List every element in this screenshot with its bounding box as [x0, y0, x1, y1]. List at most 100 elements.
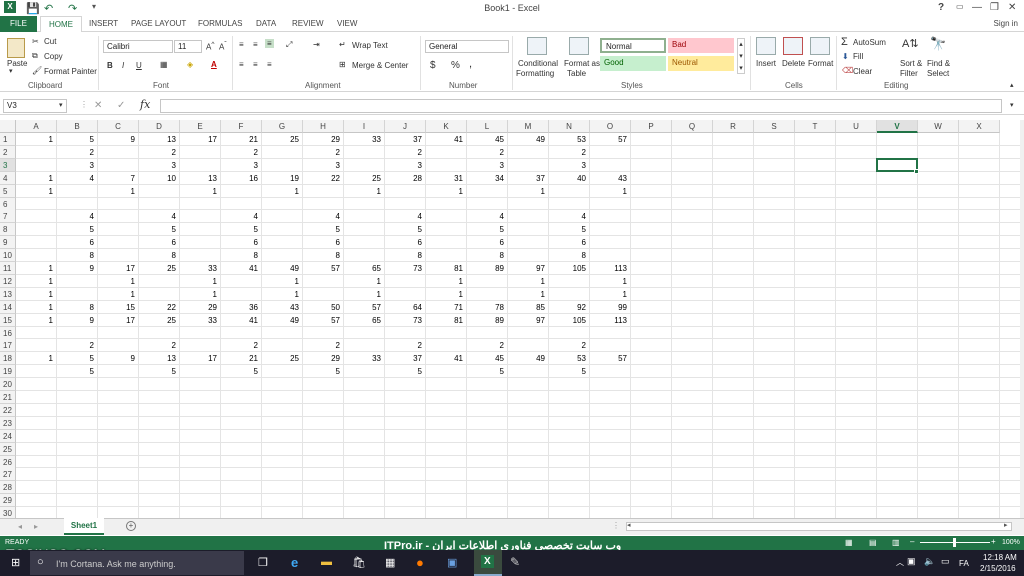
cell-G11[interactable]: 49 — [262, 262, 303, 275]
cell-I15[interactable]: 65 — [344, 314, 385, 327]
cell-F1[interactable]: 21 — [221, 133, 262, 146]
cell-D11[interactable]: 25 — [139, 262, 180, 275]
scroll-left-icon[interactable]: ◂ — [627, 521, 631, 529]
cell-M11[interactable]: 97 — [508, 262, 549, 275]
cell-H2[interactable]: 2 — [303, 146, 344, 159]
cell-F11[interactable]: 41 — [221, 262, 262, 275]
cell-C12[interactable]: 1 — [98, 275, 139, 288]
cell-L15[interactable]: 89 — [467, 314, 508, 327]
network-icon[interactable]: ▣ — [907, 556, 916, 567]
cell-N4[interactable]: 40 — [549, 172, 590, 185]
name-box-dropdown-icon[interactable]: ▾ — [59, 101, 63, 109]
cell-G1[interactable]: 25 — [262, 133, 303, 146]
horizontal-scrollbar[interactable] — [626, 522, 1012, 531]
cell-H8[interactable]: 5 — [303, 223, 344, 236]
cell-H4[interactable]: 22 — [303, 172, 344, 185]
align-center-icon[interactable]: ≡ — [253, 60, 258, 69]
cell-B17[interactable]: 2 — [57, 339, 98, 352]
cell-B11[interactable]: 9 — [57, 262, 98, 275]
cell-J7[interactable]: 4 — [385, 210, 426, 223]
cut-button[interactable]: Cut — [44, 37, 56, 46]
format-button[interactable]: Format — [808, 59, 833, 68]
cell-O5[interactable]: 1 — [590, 185, 631, 198]
cell-J19[interactable]: 5 — [385, 365, 426, 378]
paste-dropdown-icon[interactable]: ▾ — [9, 67, 13, 75]
edge-icon[interactable]: e — [291, 555, 298, 570]
fill-color-icon[interactable]: ◈ — [187, 60, 193, 69]
cell-L8[interactable]: 5 — [467, 223, 508, 236]
cell-J8[interactable]: 5 — [385, 223, 426, 236]
cell-J10[interactable]: 8 — [385, 249, 426, 262]
cell-F10[interactable]: 8 — [221, 249, 262, 262]
clear-button[interactable]: Clear — [853, 67, 872, 76]
next-sheet-icon[interactable]: ▸ — [34, 522, 38, 531]
cell-D8[interactable]: 5 — [139, 223, 180, 236]
cell-I11[interactable]: 65 — [344, 262, 385, 275]
cell-C13[interactable]: 1 — [98, 288, 139, 301]
row-header-25[interactable]: 25 — [0, 442, 16, 456]
ribbon-display-icon[interactable]: ▭ — [956, 2, 964, 11]
app2-icon[interactable]: ✎ — [510, 555, 520, 569]
cell-M15[interactable]: 97 — [508, 314, 549, 327]
active-cell-V3[interactable] — [876, 158, 918, 172]
row-header-29[interactable]: 29 — [0, 494, 16, 508]
cell-F9[interactable]: 6 — [221, 236, 262, 249]
tab-formulas[interactable]: FORMULAS — [198, 19, 242, 28]
row-header-1[interactable]: 1 — [0, 133, 16, 146]
cell-N10[interactable]: 8 — [549, 249, 590, 262]
bold-button[interactable]: B — [107, 61, 113, 70]
cell-M1[interactable]: 49 — [508, 133, 549, 146]
cell-N14[interactable]: 92 — [549, 301, 590, 314]
cell-K18[interactable]: 41 — [426, 352, 467, 365]
format-as-table-icon[interactable] — [569, 37, 589, 55]
cell-J1[interactable]: 37 — [385, 133, 426, 146]
cell-I18[interactable]: 33 — [344, 352, 385, 365]
cell-O11[interactable]: 113 — [590, 262, 631, 275]
clock-date[interactable]: 2/15/2016 — [980, 564, 1016, 573]
cell-K4[interactable]: 31 — [426, 172, 467, 185]
cell-E18[interactable]: 17 — [180, 352, 221, 365]
cell-G13[interactable]: 1 — [262, 288, 303, 301]
column-header-J[interactable]: J — [385, 120, 426, 133]
cell-H9[interactable]: 6 — [303, 236, 344, 249]
bottom-align-icon[interactable]: ≡ — [265, 39, 274, 48]
cell-G18[interactable]: 25 — [262, 352, 303, 365]
insert-function-icon[interactable]: fx — [140, 98, 150, 111]
align-right-icon[interactable]: ≡ — [267, 60, 272, 69]
cell-A5[interactable]: 1 — [16, 185, 57, 198]
cell-M14[interactable]: 85 — [508, 301, 549, 314]
row-header-6[interactable]: 6 — [0, 197, 16, 211]
indent-icon[interactable]: ⇥ — [313, 40, 320, 49]
cell-E5[interactable]: 1 — [180, 185, 221, 198]
cell-C11[interactable]: 17 — [98, 262, 139, 275]
find-select-icon[interactable]: 🔭 — [930, 36, 946, 52]
cell-F19[interactable]: 5 — [221, 365, 262, 378]
collapse-ribbon-icon[interactable]: ▴ — [1010, 81, 1014, 89]
format-cells-icon[interactable] — [810, 37, 830, 55]
row-header-19[interactable]: 19 — [0, 365, 16, 379]
row-header-28[interactable]: 28 — [0, 481, 16, 495]
cell-E1[interactable]: 17 — [180, 133, 221, 146]
column-header-I[interactable]: I — [344, 120, 385, 133]
cell-F18[interactable]: 21 — [221, 352, 262, 365]
cell-H1[interactable]: 29 — [303, 133, 344, 146]
cell-F3[interactable]: 3 — [221, 159, 262, 172]
cell-D9[interactable]: 6 — [139, 236, 180, 249]
wrap-text-button[interactable]: Wrap Text — [352, 41, 388, 50]
column-header-D[interactable]: D — [139, 120, 180, 133]
cell-N18[interactable]: 53 — [549, 352, 590, 365]
column-header-L[interactable]: L — [467, 120, 508, 133]
cell-F8[interactable]: 5 — [221, 223, 262, 236]
cell-H11[interactable]: 57 — [303, 262, 344, 275]
column-header-U[interactable]: U — [836, 120, 877, 133]
cell-J2[interactable]: 2 — [385, 146, 426, 159]
row-header-21[interactable]: 21 — [0, 391, 16, 404]
format-painter-icon[interactable]: 🖌 — [32, 66, 42, 75]
zoom-in-icon[interactable]: + — [991, 537, 996, 546]
cell-O4[interactable]: 43 — [590, 172, 631, 185]
fill-button[interactable]: Fill — [853, 52, 863, 61]
cell-I5[interactable]: 1 — [344, 185, 385, 198]
cell-B19[interactable]: 5 — [57, 365, 98, 378]
cell-A15[interactable]: 1 — [16, 314, 57, 327]
cell-K14[interactable]: 71 — [426, 301, 467, 314]
